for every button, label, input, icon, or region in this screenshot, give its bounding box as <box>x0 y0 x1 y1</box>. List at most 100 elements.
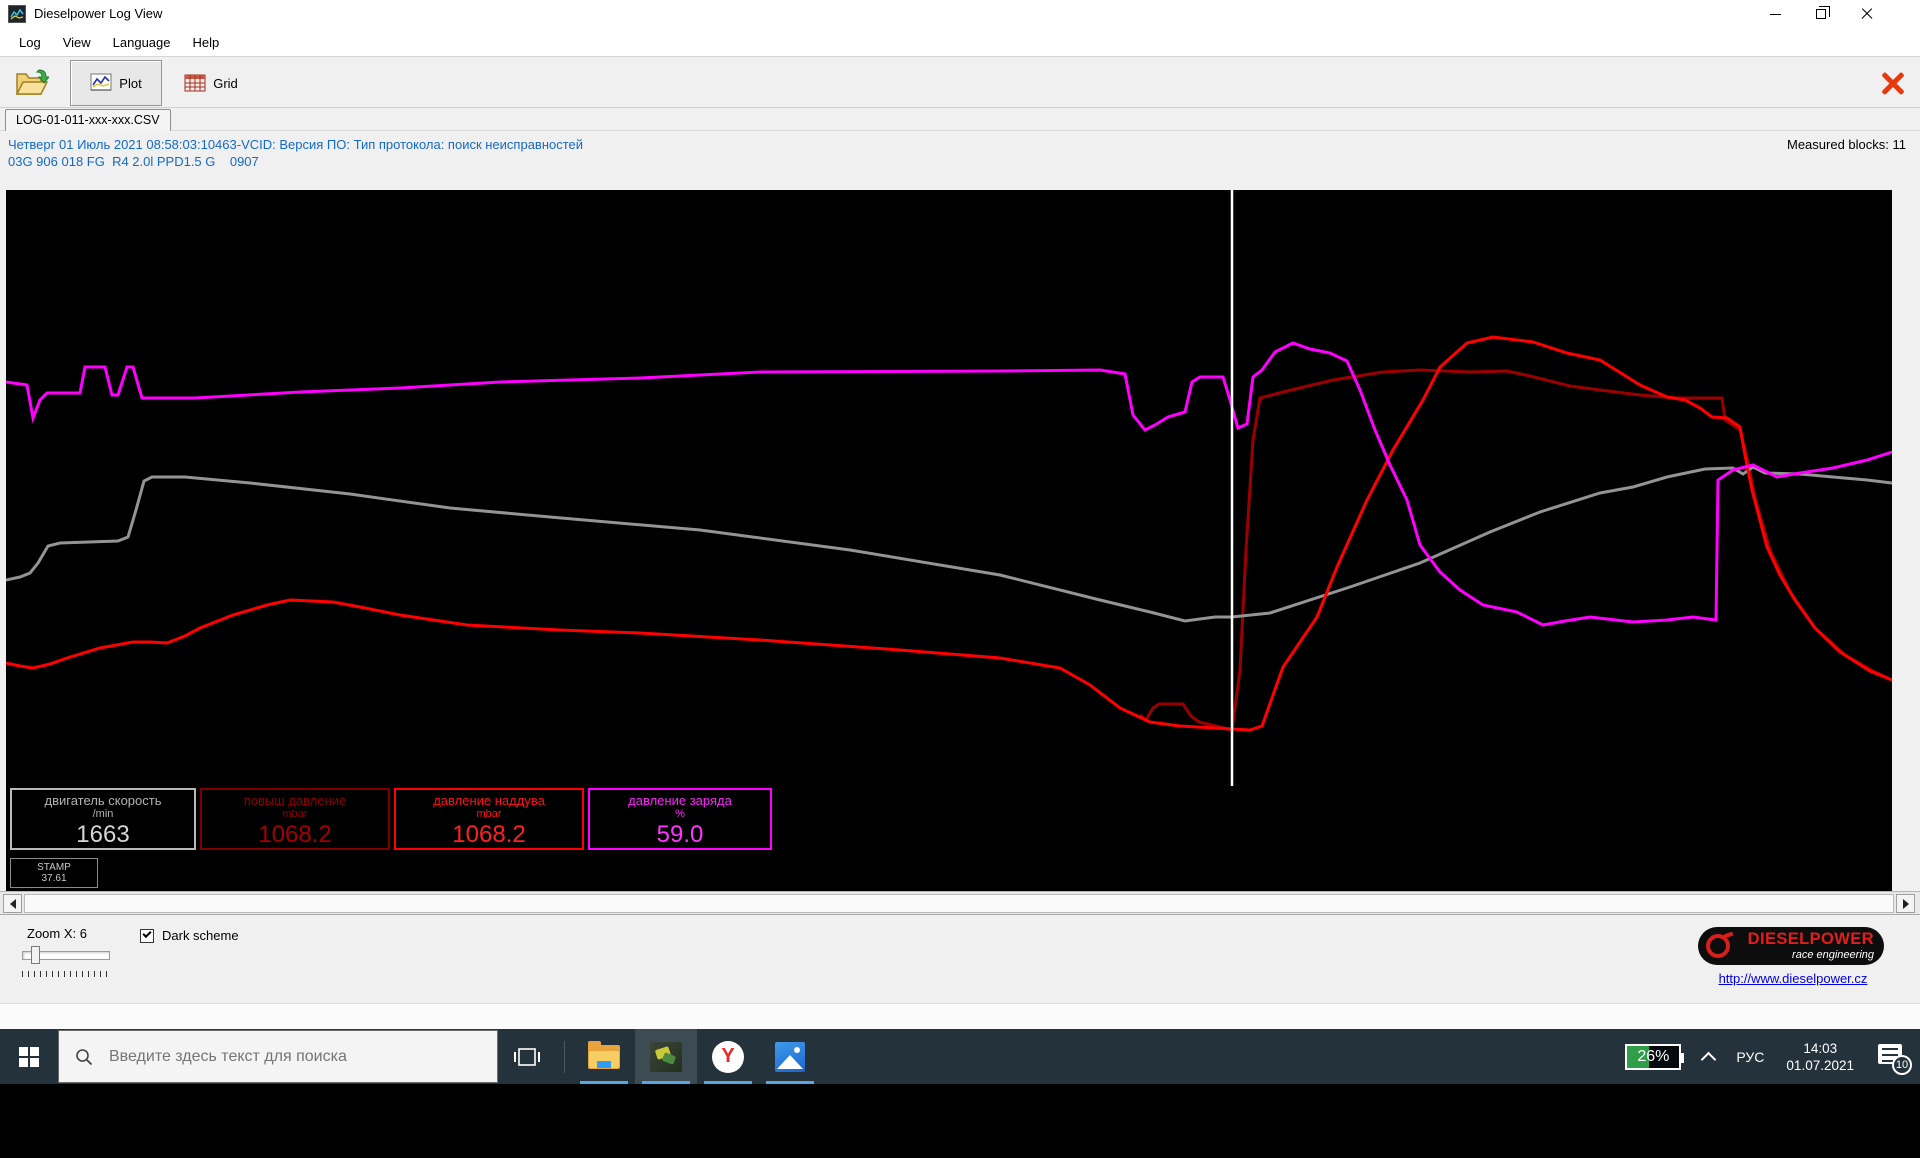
stamp-box: STAMP 37.61 <box>10 858 98 888</box>
search-icon <box>76 1048 93 1065</box>
search-input[interactable] <box>107 1046 467 1067</box>
legend-unit: mbar <box>476 808 502 820</box>
log-info-line2: 03G 906 018 FG R4 2.0l PPD1.5 G 0907 <box>8 154 259 169</box>
series-повыш давление (mbar) <box>1139 368 1892 732</box>
battery-indicator[interactable]: 26% <box>1625 1043 1685 1070</box>
legend-unit: % <box>675 808 685 820</box>
legend-title: давление заряда <box>628 793 732 808</box>
taskbar-clock[interactable]: 14:03 01.07.2021 <box>1786 1040 1854 1074</box>
clock-time: 14:03 <box>1803 1040 1838 1056</box>
logo-text: DIESELPOWER race engineering <box>1730 931 1874 961</box>
close-log-button[interactable] <box>1874 65 1912 101</box>
battery-percent: 26% <box>1637 1047 1670 1065</box>
measured-blocks-label: Measured blocks: 11 <box>1787 137 1906 152</box>
clock-date: 01.07.2021 <box>1786 1057 1854 1073</box>
app-window-icon <box>8 5 26 23</box>
window-bottom-strip <box>0 1003 1920 1029</box>
action-center-button[interactable]: 10 <box>1876 1042 1912 1075</box>
plot-icon <box>90 73 112 91</box>
series-давление заряда (%) <box>6 341 1892 627</box>
file-explorer-icon <box>588 1040 620 1069</box>
plot-canvas[interactable] <box>6 190 1892 891</box>
log-header-info: Четверг 01 Июль 2021 08:58:03:10463-VCID… <box>0 131 1920 190</box>
window-title: Dieselpower Log View <box>34 6 163 21</box>
screen-bottom-black <box>0 1084 1920 1158</box>
open-log-button[interactable] <box>8 61 56 105</box>
arrow-right-icon <box>1902 898 1909 909</box>
taskbar-file-explorer[interactable] <box>573 1029 635 1084</box>
dieselpower-logo: DIESELPOWER race engineering <box>1698 927 1884 965</box>
arrow-left-icon <box>9 898 16 909</box>
checkmark-icon <box>142 928 152 939</box>
logo-title: DIESELPOWER <box>1747 930 1874 949</box>
task-view-button[interactable] <box>498 1029 556 1084</box>
battery-nub <box>1681 1052 1685 1063</box>
legend-value: 1068.2 <box>258 821 332 848</box>
plot-horizontal-scrollbar[interactable] <box>0 891 1920 915</box>
dark-scheme-checkbox[interactable] <box>140 928 154 943</box>
grid-button-label: Grid <box>213 75 238 91</box>
series-давление наддува (mbar) <box>6 335 1892 732</box>
zoom-slider-thumb[interactable] <box>31 946 40 964</box>
stamp-value: 37.61 <box>41 873 67 884</box>
zoom-slider-ticks <box>22 971 112 977</box>
dieselpower-link[interactable]: http://www.dieselpower.cz <box>1702 971 1884 986</box>
taskbar-yandex-browser[interactable]: Y <box>697 1029 759 1084</box>
logo-subtitle: race engineering <box>1792 948 1874 961</box>
legend-engine-speed[interactable]: двигатель скорость /min 1663 <box>10 788 196 850</box>
taskbar-separator <box>564 1040 565 1073</box>
legend-boost-pressure-spec[interactable]: повыш давление mbar 1068.2 <box>200 788 390 850</box>
dark-scheme-label: Dark scheme <box>162 928 239 943</box>
red-x-icon <box>1880 70 1906 96</box>
toolbar: Plot Grid <box>0 56 1920 108</box>
legend-unit: mbar <box>282 808 308 820</box>
minimize-button[interactable] <box>1752 0 1798 28</box>
plot-tab-button[interactable]: Plot <box>70 60 162 106</box>
plot-area-wrap: двигатель скорость /min 1663 повыш давле… <box>0 190 1920 891</box>
footer-panel: Zoom X: 6 Dark scheme DIESELPOWER race e… <box>0 915 1920 1003</box>
minimize-icon <box>1769 13 1781 15</box>
plot-button-label: Plot <box>119 75 142 91</box>
stamp-label: STAMP <box>37 862 71 873</box>
start-button[interactable] <box>0 1029 58 1084</box>
taskbar-dieselpower-app[interactable] <box>635 1029 697 1084</box>
legend-boost-pressure-actual[interactable]: давление наддува mbar 1068.2 <box>394 788 584 850</box>
taskbar-photos-app[interactable] <box>759 1029 821 1084</box>
taskbar-search[interactable] <box>58 1030 498 1083</box>
legend-title: повыш давление <box>243 793 347 808</box>
grid-icon <box>184 74 206 92</box>
notification-badge: 10 <box>1892 1054 1912 1075</box>
menu-language[interactable]: Language <box>102 31 182 54</box>
legend-value: 1068.2 <box>452 821 526 848</box>
legend-charge-pressure[interactable]: давление заряда % 59.0 <box>588 788 772 850</box>
log-info-line1: Четверг 01 Июль 2021 08:58:03:10463-VCID… <box>8 137 584 152</box>
series-двигатель скорость (/min) <box>6 465 1892 623</box>
menu-help[interactable]: Help <box>182 31 231 54</box>
legend-title: двигатель скорость <box>44 793 162 808</box>
zoom-x-label: Zoom X: 6 <box>27 926 87 941</box>
windows-taskbar: Y 26% РУС 14:03 01.07.2021 10 <box>0 1029 1920 1084</box>
tab-log-csv[interactable]: LOG-01-011-xxx-xxx.CSV <box>5 109 171 131</box>
close-button[interactable] <box>1844 0 1890 28</box>
log-plot[interactable]: двигатель скорость /min 1663 повыш давле… <box>6 190 1892 891</box>
windows-logo-icon <box>19 1046 39 1067</box>
scrollbar-thumb[interactable] <box>24 894 1894 913</box>
menu-view[interactable]: View <box>52 31 102 54</box>
tab-strip: LOG-01-011-xxx-xxx.CSV <box>0 108 1920 131</box>
photos-app-icon <box>775 1041 805 1072</box>
grid-tab-button[interactable]: Grid <box>170 60 252 106</box>
close-icon <box>1861 8 1873 20</box>
language-indicator[interactable]: РУС <box>1736 1049 1764 1065</box>
legend-unit: /min <box>92 808 114 820</box>
screen: { "window": { "title": "Dieselpower Log … <box>0 0 1920 1158</box>
menu-log[interactable]: Log <box>8 31 52 54</box>
tray-expand-chevron-icon[interactable] <box>1701 1051 1717 1067</box>
menu-bar: Log View Language Help <box>0 28 1920 56</box>
title-bar: Dieselpower Log View <box>0 0 1920 28</box>
dieselpower-app-icon <box>650 1041 682 1072</box>
restore-icon <box>1816 6 1830 19</box>
restore-button[interactable] <box>1798 0 1844 28</box>
scroll-right-button[interactable] <box>1896 894 1915 913</box>
scroll-left-button[interactable] <box>3 894 22 913</box>
legend-title: давление наддува <box>433 793 545 808</box>
